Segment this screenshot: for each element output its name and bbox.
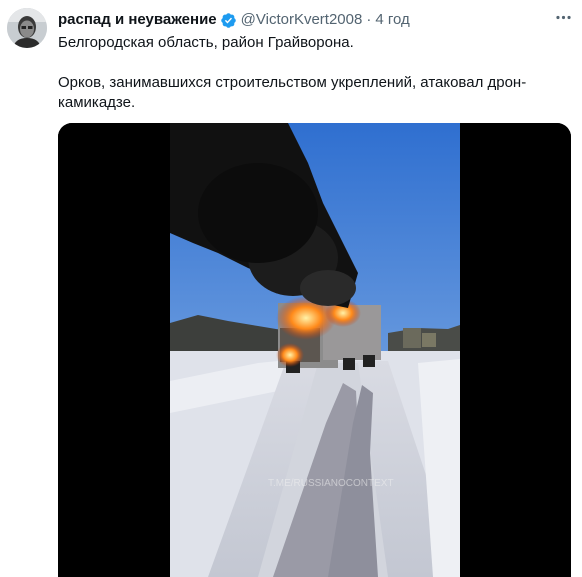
- tweet-text: Белгородская область, район Грайворона. …: [58, 33, 563, 113]
- more-options-button[interactable]: [553, 10, 573, 30]
- verified-badge-icon: [220, 12, 237, 29]
- video-watermark: T.ME/RUSSIANOCONTEXT: [268, 478, 394, 489]
- avatar[interactable]: [7, 8, 47, 48]
- tweet-text-line-1: Белгородская область, район Грайворона.: [58, 34, 354, 51]
- author-display-name[interactable]: распад и неуважение: [58, 10, 217, 30]
- tweet-header: распад и неуважение @VictorKvert2008 · 4…: [58, 10, 410, 30]
- tweet-text-line-2: Орков, занимавшихся строительством укреп…: [58, 74, 527, 111]
- tweet-card[interactable]: распад и неуважение @VictorKvert2008 · 4…: [0, 0, 582, 577]
- video-content: T.ME/RUSSIANOCONTEXT: [170, 123, 460, 577]
- avatar-image: [7, 8, 47, 48]
- tweet-timestamp[interactable]: 4 год: [375, 10, 409, 30]
- video-frame: T.ME/RUSSIANOCONTEXT: [58, 123, 571, 577]
- more-horizontal-icon: [554, 8, 573, 32]
- author-handle[interactable]: @VictorKvert2008: [241, 10, 363, 30]
- tweet-media-video[interactable]: T.ME/RUSSIANOCONTEXT: [58, 123, 571, 577]
- header-separator: ·: [366, 11, 372, 28]
